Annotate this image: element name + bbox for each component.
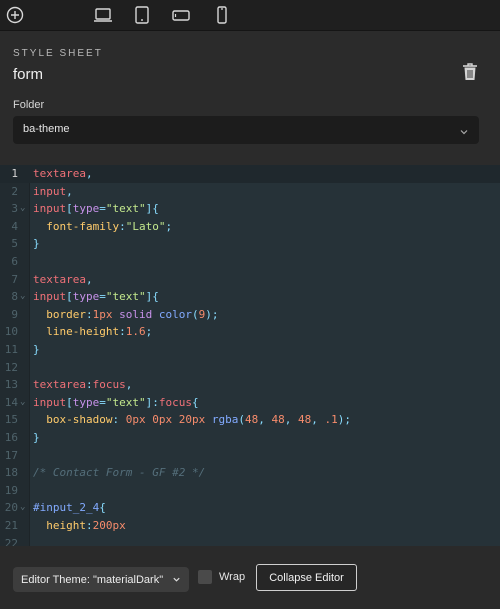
phone-portrait-icon[interactable]	[211, 4, 233, 26]
code-text: textarea,	[33, 272, 93, 286]
code-line[interactable]: 2 input,	[0, 183, 500, 201]
folder-label: Folder	[13, 99, 45, 111]
stylesheet-name: form	[13, 66, 43, 83]
code-editor[interactable]: 1 textarea, 2 input, 3 ⌄ input[type="text"]{4 …	[0, 165, 500, 546]
code-text: box-shadow: 0px 0px 20px rgba(48, 48, 48…	[46, 413, 351, 427]
editor-theme-dropdown[interactable]: Editor Theme: "materialDark"	[13, 567, 189, 592]
code-text: input[type="text"]{	[33, 202, 159, 216]
code-text: }	[33, 237, 40, 251]
fold-toggle-icon[interactable]: ⌄	[20, 288, 25, 306]
line-number: 17	[4, 448, 18, 462]
code-line[interactable]: 1 textarea,	[0, 165, 500, 183]
line-number: 12	[4, 360, 18, 374]
line-number: 11	[4, 343, 18, 356]
trash-icon[interactable]	[461, 62, 479, 82]
editor-theme-label: Editor Theme: "materialDark"	[21, 573, 164, 586]
line-number: 15	[4, 413, 18, 427]
code-line[interactable]: 9 border:1px solid color(9);	[0, 306, 500, 324]
code-line[interactable]: 13 textarea:focus,	[0, 376, 500, 394]
line-number: 18	[4, 466, 18, 480]
fold-toggle-icon[interactable]: ⌄	[20, 499, 25, 517]
code-text: #input_2_4{	[33, 501, 106, 515]
code-text: line-height:1.6;	[46, 325, 153, 339]
code-text: font-family:"Lato";	[46, 219, 173, 233]
folder-select[interactable]: ba-theme	[13, 116, 479, 144]
code-text: /* Contact Form - GF #2 */	[33, 466, 206, 480]
code-text: input[type="text"]:focus{	[33, 395, 199, 409]
line-number: 19	[4, 483, 18, 497]
code-line[interactable]: 15 box-shadow: 0px 0px 20px rgba(48, 48,…	[0, 411, 500, 429]
line-number: 10	[4, 325, 18, 339]
collapse-editor-button[interactable]: Collapse Editor	[256, 564, 357, 591]
code-line[interactable]: 6	[0, 253, 500, 271]
chevron-down-icon	[172, 575, 181, 584]
folder-value: ba-theme	[23, 123, 70, 135]
wrap-checkbox[interactable]	[198, 570, 212, 584]
code-line[interactable]: 8 ⌄ input[type="text"]{	[0, 288, 500, 306]
code-text: input,	[33, 184, 73, 198]
code-text: border:1px solid color(9);	[46, 307, 219, 321]
code-line[interactable]: 4 font-family:"Lato";	[0, 218, 500, 236]
laptop-icon[interactable]	[92, 4, 114, 26]
line-number: 2	[11, 184, 18, 198]
fold-toggle-icon[interactable]: ⌄	[20, 200, 25, 218]
code-line[interactable]: 12	[0, 359, 500, 377]
line-number: 20	[4, 501, 18, 515]
line-number: 4	[11, 219, 18, 233]
code-line[interactable]: 19	[0, 482, 500, 500]
code-line[interactable]: 3 ⌄ input[type="text"]{	[0, 200, 500, 218]
line-number: 3	[11, 202, 18, 216]
chevron-down-icon	[459, 124, 469, 135]
code-line[interactable]: 11}	[0, 341, 500, 359]
code-text: textarea:focus,	[33, 378, 133, 392]
code-text: textarea,	[33, 167, 93, 180]
code-text: input[type="text"]{	[33, 290, 159, 304]
code-text: height:200px	[46, 519, 126, 532]
add-circle-icon[interactable]	[4, 4, 26, 26]
wrap-label: Wrap	[219, 571, 246, 583]
line-number: 14	[4, 395, 18, 409]
line-number: 21	[4, 519, 18, 532]
code-line[interactable]: 16}	[0, 429, 500, 447]
line-number: 16	[4, 431, 18, 444]
device-toolbar	[0, 0, 500, 31]
code-line[interactable]: 14 ⌄ input[type="text"]:focus{	[0, 394, 500, 412]
line-number: 13	[4, 378, 18, 392]
code-line[interactable]: 18 /* Contact Form - GF #2 */	[0, 464, 500, 482]
code-line[interactable]: 21 height:200px	[0, 517, 500, 535]
code-text: }	[33, 431, 40, 444]
line-number: 8	[11, 290, 18, 304]
code-line[interactable]: 10 line-height:1.6;	[0, 323, 500, 341]
code-line[interactable]: 7 textarea,	[0, 271, 500, 289]
line-number: 7	[11, 272, 18, 286]
code-line[interactable]: 22	[0, 535, 500, 546]
line-number: 1	[11, 167, 18, 180]
code-line[interactable]: 20 ⌄ #input_2_4{	[0, 499, 500, 517]
tablet-icon[interactable]	[131, 4, 153, 26]
section-label: STYLE SHEET	[13, 48, 103, 59]
line-number: 22	[4, 536, 18, 546]
phone-landscape-icon[interactable]	[170, 4, 192, 26]
line-number: 9	[11, 307, 18, 321]
code-line[interactable]: 17	[0, 447, 500, 465]
code-line[interactable]: 5}	[0, 235, 500, 253]
code-text: }	[33, 343, 40, 356]
line-number: 6	[11, 255, 18, 268]
line-number: 5	[11, 237, 18, 251]
fold-toggle-icon[interactable]: ⌄	[20, 394, 25, 412]
